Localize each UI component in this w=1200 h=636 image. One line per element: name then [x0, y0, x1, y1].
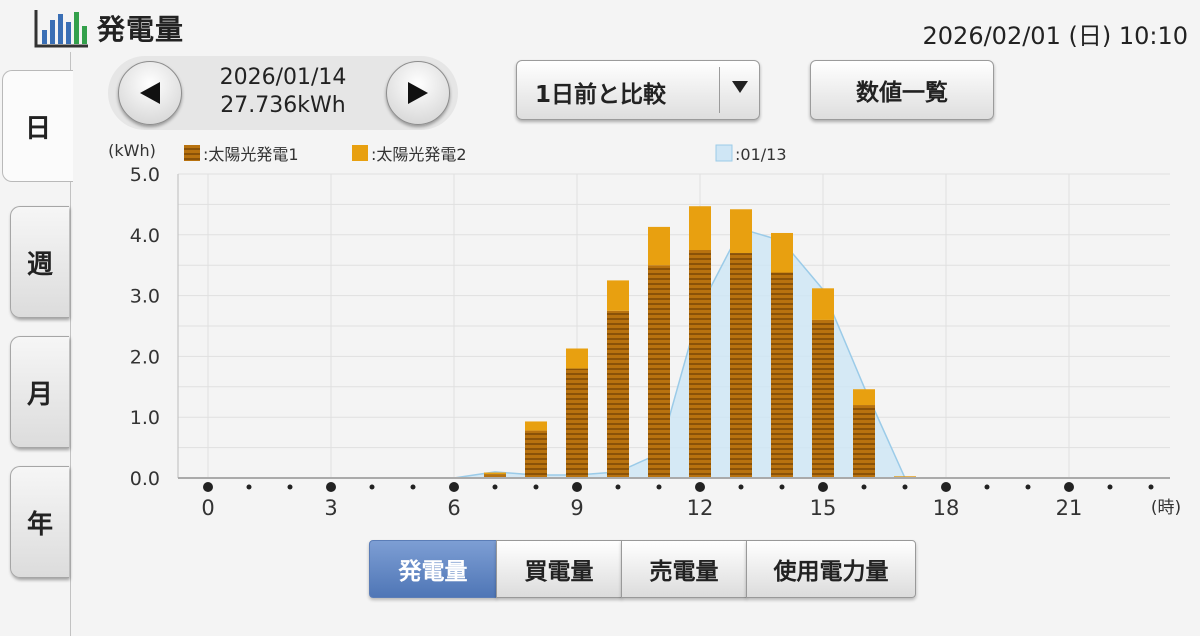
bar-solar2-h10: [607, 280, 629, 311]
bar-solar2-h13: [730, 209, 752, 254]
x-tick-label: 15: [810, 496, 837, 520]
bar-solar2-h12: [689, 206, 711, 250]
bar-solar1-h13: [730, 253, 752, 478]
hour-dot: [533, 484, 539, 490]
bar-solar2-h17: [894, 476, 916, 477]
x-tick-label: 12: [687, 496, 714, 520]
y-tick-label: 3.0: [130, 286, 160, 308]
hour-dot: [410, 484, 416, 490]
mode-selector: 発電量 買電量 売電量 使用電力量: [369, 540, 916, 598]
bar-solar2-h14: [771, 232, 793, 273]
hour-dot: [449, 482, 459, 492]
hour-dot: [287, 484, 293, 490]
legend-label-solar1: :太陽光発電1: [203, 145, 299, 164]
y-tick-label: 5.0: [130, 164, 160, 186]
hour-dot: [738, 484, 744, 490]
y-tick-label: 4.0: [130, 225, 160, 247]
legend-label-solar2: :太陽光発電2: [371, 145, 467, 164]
mode-generation-label: 発電量: [398, 559, 468, 585]
mode-sale-label: 売電量: [649, 559, 719, 585]
hour-dot: [902, 484, 908, 490]
mode-usage-label: 使用電力量: [773, 559, 889, 585]
y-unit-label: (kWh): [108, 141, 156, 160]
hour-dot: [326, 482, 336, 492]
legend-swatch-compare: [715, 144, 733, 162]
compare-area-0113: [208, 227, 1151, 479]
hour-dot: [615, 484, 621, 490]
x-tick-label: 18: [933, 496, 960, 520]
hour-dot: [1025, 484, 1031, 490]
hour-dot: [572, 482, 582, 492]
hour-dot: [861, 484, 867, 490]
bar-solar1-h15: [812, 319, 834, 478]
hour-dot: [1148, 484, 1154, 490]
bar-solar1-h11: [648, 265, 670, 478]
hour-dot: [656, 484, 662, 490]
hour-dot: [984, 484, 990, 490]
x-unit-label: (時): [1151, 498, 1181, 518]
legend-label-compare: :01/13: [735, 145, 787, 164]
y-tick-label: 0.0: [130, 468, 160, 490]
hour-dot: [818, 482, 828, 492]
bar-solar2-h9: [566, 348, 588, 369]
legend-swatch-solar1: [184, 145, 200, 161]
mode-usage-button[interactable]: 使用電力量: [746, 540, 916, 598]
x-tick-label: 3: [324, 496, 337, 520]
hour-dot: [695, 482, 705, 492]
mode-generation-button[interactable]: 発電量: [369, 540, 497, 598]
legend-swatch-solar2: [352, 145, 368, 161]
bar-solar2-h7: [484, 472, 506, 475]
hour-dot: [941, 482, 951, 492]
hour-dot: [203, 482, 213, 492]
bar-solar1-h16: [853, 405, 875, 478]
bar-solar1-h8: [525, 430, 547, 478]
y-tick-label: 2.0: [130, 346, 160, 368]
x-tick-label: 6: [447, 496, 460, 520]
x-tick-label: 21: [1056, 496, 1083, 520]
hour-dot: [492, 484, 498, 490]
hour-dot: [779, 484, 785, 490]
bar-solar1-h12: [689, 250, 711, 478]
mode-purchase-label: 買電量: [524, 559, 594, 585]
hour-dot: [1107, 484, 1113, 490]
bar-solar2-h8: [525, 421, 547, 431]
hour-dot: [369, 484, 375, 490]
x-tick-label: 9: [570, 496, 583, 520]
mode-sale-button[interactable]: 売電量: [621, 540, 747, 598]
bar-solar1-h9: [566, 368, 588, 478]
x-tick-label: 0: [201, 496, 214, 520]
bar-solar2-h11: [648, 226, 670, 266]
y-tick-label: 1.0: [130, 407, 160, 429]
bar-solar2-h16: [853, 389, 875, 406]
hour-dot: [246, 484, 252, 490]
bar-solar2-h15: [812, 288, 834, 320]
hour-dot: [1064, 482, 1074, 492]
bar-solar1-h14: [771, 272, 793, 478]
bar-solar1-h10: [607, 310, 629, 478]
mode-purchase-button[interactable]: 買電量: [496, 540, 622, 598]
